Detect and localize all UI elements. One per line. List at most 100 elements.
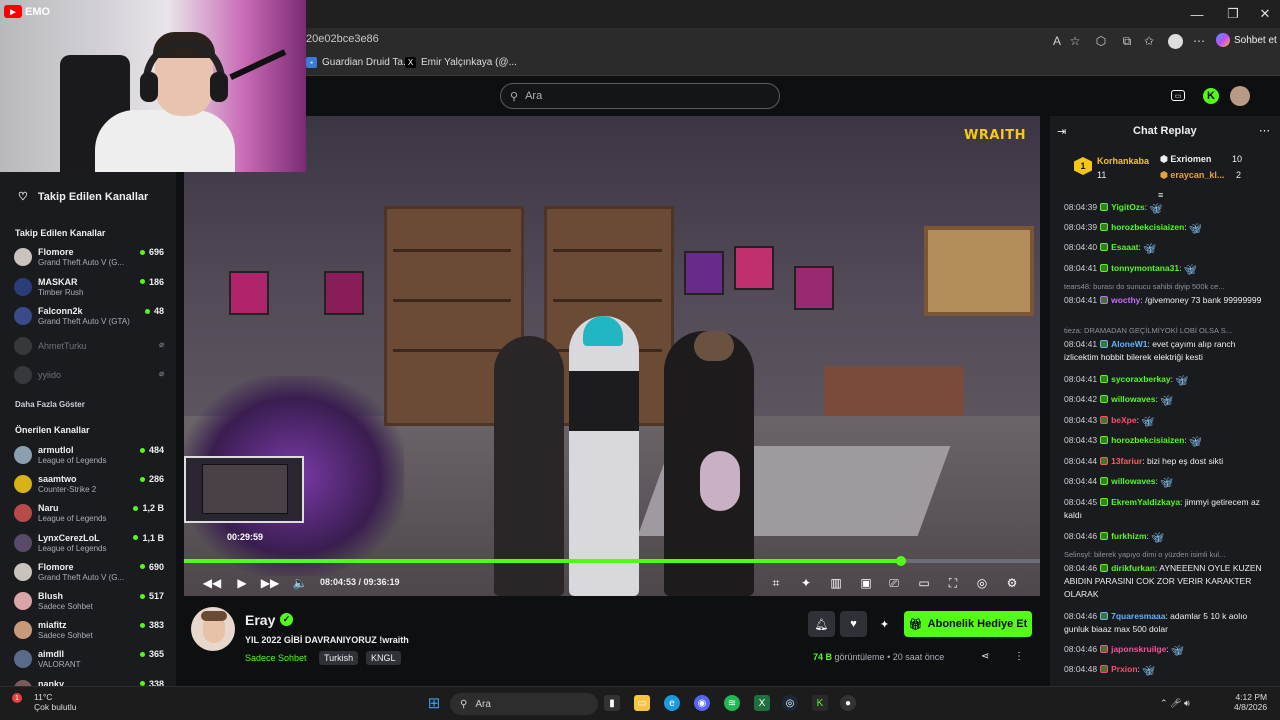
user-avatar[interactable] (1230, 86, 1250, 106)
chat-message[interactable]: 08:04:46 7quaresmaaa: adamlar 5 10 k aolı… (1064, 610, 1264, 636)
system-tray[interactable]: ⌃ 🎤︎ 🔊︎ (1160, 698, 1190, 709)
gifter-name[interactable]: ⬢ eraycan_kl... (1160, 170, 1224, 181)
tag-turkish[interactable]: Turkish (319, 651, 359, 665)
bookmark-emir-yalcinkaya[interactable]: X Emir Yalçınkaya (@... (405, 57, 517, 68)
pinned-expand-icon[interactable]: ≡ (1158, 190, 1163, 200)
channel-item[interactable]: saamtwo Counter-Strike 2 286 (14, 474, 164, 500)
chat-username[interactable]: sycoraxberkay (1111, 374, 1171, 384)
channel-item[interactable]: Blush Sadece Sohbet 517 (14, 591, 164, 617)
chat-message[interactable]: 08:04:44 willowaves: 🦋︎ (1064, 475, 1264, 489)
chat-username[interactable]: 13fariur (1111, 456, 1142, 466)
app-icon[interactable]: ● (840, 695, 856, 711)
profile-icon[interactable] (1166, 32, 1184, 50)
theater-mode-icon[interactable]: ▭ (1171, 90, 1185, 101)
chat-username[interactable]: beXpe (1111, 415, 1137, 425)
settings-gear-icon[interactable]: ⚙ (1004, 575, 1020, 591)
chat-username[interactable]: horozbekcisiaizen (1111, 222, 1184, 232)
channel-item[interactable]: Flomore Grand Theft Auto V (G... 690 (14, 562, 164, 588)
channel-item[interactable]: armutlol League of Legends 484 (14, 445, 164, 471)
streamer-name[interactable]: Eray (245, 612, 275, 628)
speed-icon[interactable]: ◎ (974, 575, 990, 591)
channel-item[interactable]: miafitz Sadece Sohbet 383 (14, 620, 164, 646)
edge-icon[interactable]: e (664, 695, 680, 711)
chat-username[interactable]: Esaaat (1111, 242, 1138, 252)
chat-username[interactable]: YigitOzs (1111, 202, 1145, 212)
chat-message[interactable]: 08:04:41 wocthy: /givemoney 73 bank 99999… (1064, 294, 1264, 307)
chat-message[interactable]: 08:04:46 dirikfurkan: AYNEEENN OYLE KUZEN… (1064, 562, 1264, 601)
channel-item[interactable]: Flomore Grand Theft Auto V (G... 696 (14, 247, 164, 273)
chat-username[interactable]: willowaves (1111, 476, 1155, 486)
channel-item[interactable]: AhmetTurku ⌀ (14, 336, 164, 362)
kick-logo-icon[interactable]: K (1203, 88, 1219, 104)
chat-message[interactable]: 08:04:43 horozbekcisiaizen: 🦋︎ (1064, 434, 1264, 448)
close-icon[interactable]: ✕ (1248, 0, 1280, 28)
kick-app-icon[interactable]: K (812, 695, 828, 711)
discord-icon[interactable]: ◉ (694, 695, 710, 711)
read-aloud-icon[interactable]: A (1048, 32, 1066, 50)
streamer-avatar[interactable] (191, 607, 235, 651)
chat-message[interactable]: 08:04:46 japonskruilge: 🦋︎ (1064, 643, 1264, 657)
chat-username[interactable]: 7quaresmaaa (1111, 611, 1165, 621)
chat-message[interactable]: 08:04:41 sycoraxberkay: 🦋︎ (1064, 373, 1264, 387)
follow-heart-button[interactable]: ♥ (840, 611, 867, 637)
extension-icon[interactable]: ⬡ (1092, 32, 1110, 50)
chat-username[interactable]: willowaves (1111, 394, 1155, 404)
channel-item[interactable]: LynxCerezLoL League of Legends 1,1 B (14, 533, 164, 559)
show-more-link[interactable]: Daha Fazla Göster (15, 400, 85, 409)
channel-item[interactable]: Naru League of Legends 1,2 B (14, 503, 164, 529)
file-explorer-icon[interactable]: ▭ (634, 695, 650, 711)
cast-icon[interactable]: ⎚ (886, 575, 902, 591)
more-menu-icon[interactable]: ⋯ (1190, 32, 1208, 50)
chat-message[interactable]: 08:04:40 Esaaat: 🦋︎ (1064, 241, 1264, 255)
progress-bar[interactable] (184, 556, 1040, 566)
chat-message[interactable]: 08:04:42 willowaves: 🦋︎ (1064, 393, 1264, 407)
chat-message[interactable]: 08:04:39 YigitOzs: 🦋︎ (1064, 201, 1264, 215)
stats-icon[interactable]: ▥ (828, 575, 844, 591)
channel-item[interactable]: aimdll VALORANT 365 (14, 649, 164, 675)
chat-message[interactable]: 08:04:43 beXpe: 🦋︎ (1064, 414, 1264, 428)
highlight-sparkle-icon[interactable]: ✦ (798, 575, 814, 591)
theater-icon[interactable]: ▭ (916, 575, 932, 591)
chat-message[interactable]: 08:04:44 13fariur: bizi hep eş dost sikti (1064, 455, 1264, 468)
chat-message[interactable]: 08:04:41 AloneW1: evet çayımı alıp ranch … (1064, 338, 1264, 364)
collapse-chat-icon[interactable]: ⇥ (1057, 125, 1066, 138)
rewind-icon[interactable]: ◀◀ (203, 575, 221, 591)
miniplayer-icon[interactable]: ▣ (858, 575, 874, 591)
chat-username[interactable]: horozbekcisiaizen (1111, 435, 1184, 445)
chat-username[interactable]: japonskruilge (1111, 644, 1166, 654)
favorites-icon[interactable]: ✩ (1140, 32, 1158, 50)
gift-subscription-button[interactable]: 🎁︎ Abonelik Hediye Et (904, 611, 1032, 637)
gifter-name[interactable]: ⬢ Exriomen (1160, 154, 1211, 165)
url-text[interactable]: 20e02bce3e86 (306, 33, 379, 45)
play-icon[interactable]: ▶ (234, 575, 250, 591)
chat-message[interactable]: 08:04:39 horozbekcisiaizen: 🦋︎ (1064, 221, 1264, 235)
chat-username[interactable]: furkhizm (1111, 531, 1146, 541)
minimize-icon[interactable]: — (1180, 0, 1214, 28)
tag-kngl[interactable]: KNGL (366, 651, 401, 665)
excel-icon[interactable]: X (754, 695, 770, 711)
chat-username[interactable]: Prxion (1111, 664, 1137, 674)
notification-bell-button[interactable]: 🔔︎ (808, 611, 835, 637)
spotify-icon[interactable]: ≋ (724, 695, 740, 711)
channel-item[interactable]: MASKAR Timber Rush 186 (14, 277, 164, 303)
top-gifter-name[interactable]: Korhankaba (1097, 156, 1149, 166)
volume-icon[interactable]: 🔈 (292, 575, 308, 591)
chat-username[interactable]: dirikfurkan (1111, 563, 1155, 573)
fast-forward-icon[interactable]: ▶▶ (261, 575, 279, 591)
clip-icon[interactable]: ⌗ (768, 575, 784, 591)
category-link[interactable]: Sadece Sohbet (245, 653, 307, 663)
fullscreen-icon[interactable]: ⛶ (945, 575, 961, 591)
chat-username[interactable]: EkremYaldizkaya (1111, 497, 1180, 507)
chat-message[interactable]: 08:04:46 furkhizm: 🦋︎ (1064, 530, 1264, 544)
windows-start-icon[interactable]: ⊞ (426, 695, 442, 712)
chat-message[interactable]: 08:04:41 tonnymontana31: 🦋︎ (1064, 262, 1264, 276)
task-view-icon[interactable]: ▮ (604, 695, 620, 711)
channel-item[interactable]: yyiido ⌀ (14, 365, 164, 391)
split-screen-icon[interactable]: ⧉ (1118, 32, 1136, 50)
sparkle-button[interactable]: ✦ (871, 611, 898, 637)
channel-item[interactable]: Falconn2k Grand Theft Auto V (GTA) 48 (14, 306, 164, 332)
chat-message[interactable]: 08:04:48 Prxion: 🦋︎ (1064, 663, 1264, 677)
bookmark-guardian-druid[interactable]: ▪ Guardian Druid Ta... (306, 57, 411, 68)
maximize-icon[interactable]: ❐ (1216, 0, 1250, 28)
chat-username[interactable]: wocthy (1111, 295, 1140, 305)
